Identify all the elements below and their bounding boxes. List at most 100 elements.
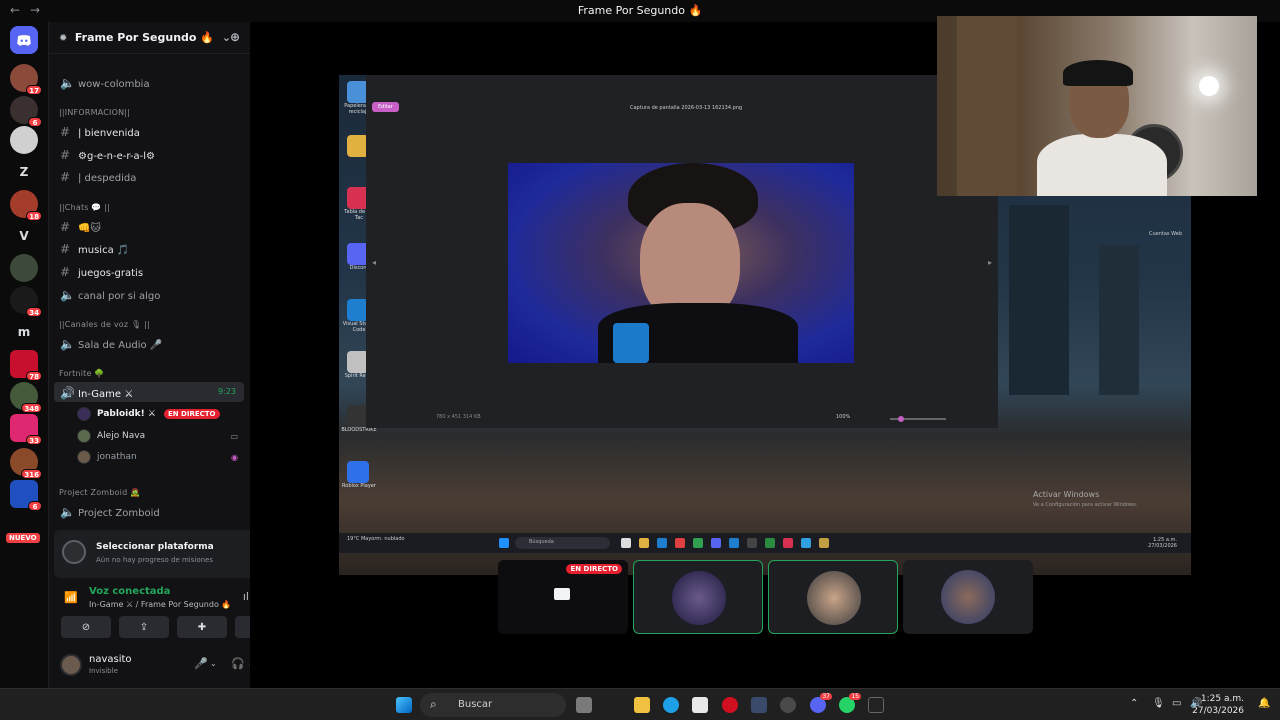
live-badge: EN DIRECTO xyxy=(566,564,622,574)
store-icon[interactable] xyxy=(692,697,708,713)
file-explorer-icon[interactable] xyxy=(634,697,650,713)
app-icon xyxy=(765,538,775,548)
chevron-up-icon[interactable]: ⌃ xyxy=(1130,698,1138,709)
channel-juegos-gratis[interactable]: # juegos-gratis xyxy=(54,261,244,281)
server-letter-z[interactable]: Z xyxy=(10,158,38,186)
task-view-icon[interactable] xyxy=(576,697,592,713)
discord-home-icon[interactable] xyxy=(10,26,38,54)
zoom-slider-knob[interactable] xyxy=(898,416,904,422)
server-icon-4[interactable]: 18 xyxy=(10,190,42,221)
server-icon-2[interactable]: 6 xyxy=(10,96,42,127)
category-project-zomboid[interactable]: Project Zomboid 🧟 xyxy=(59,488,140,497)
app-icon xyxy=(783,538,793,548)
activities-button[interactable]: ✚ xyxy=(177,616,227,638)
zoom-slider[interactable] xyxy=(890,416,946,422)
participant-avatar xyxy=(672,571,726,625)
server-icon-3[interactable] xyxy=(10,126,38,154)
wallpaper-tower xyxy=(1099,245,1139,395)
user-avatar[interactable] xyxy=(60,654,82,676)
channel-emoji[interactable]: # 👊🐱 xyxy=(54,216,244,236)
opera-icon[interactable] xyxy=(722,697,738,713)
server-icon-9[interactable]: 316 xyxy=(10,448,42,479)
server-icon-6[interactable]: 34 xyxy=(10,286,42,317)
voice-user-pabloidk[interactable]: Pabloidk! ⚔ EN DIRECTO xyxy=(77,405,220,423)
category-informacion[interactable]: ||INFORMACION|| xyxy=(59,108,130,117)
channel-in-game[interactable]: 🔊 In-Game ⚔ 9:23 xyxy=(54,382,244,402)
headphones-icon[interactable]: 🎧 xyxy=(231,657,245,670)
activate-windows-title: Activar Windows xyxy=(1033,490,1100,499)
category-chats[interactable]: ||Chats 💬 || xyxy=(59,203,110,212)
chrome-icon xyxy=(675,538,685,548)
live-badge: EN DIRECTO xyxy=(163,409,220,419)
webcam-video[interactable] xyxy=(937,16,1257,196)
windows-start-icon[interactable] xyxy=(396,697,412,713)
server-letter-v[interactable]: V xyxy=(10,222,38,250)
server-header[interactable]: ✹ Frame Por Segundo 🔥 ⌄ ⊕ xyxy=(49,22,250,54)
call-timer: 9:23 xyxy=(218,387,236,396)
speaker-icon: 🔈 xyxy=(60,288,75,302)
server-letter-m[interactable]: m xyxy=(10,318,38,346)
voice-user-alejo-nava[interactable]: Alejo Nava xyxy=(77,427,145,445)
channel-wow-colombia[interactable]: 🔈 wow-colombia xyxy=(54,72,244,92)
participant-tile-pabloidk[interactable] xyxy=(633,560,763,634)
signal-icon[interactable]: 📶 xyxy=(64,591,78,604)
hash-icon: # xyxy=(60,242,71,256)
notifications-icon[interactable]: 🔔 xyxy=(1258,698,1270,709)
discord-taskbar-icon[interactable]: 37 xyxy=(810,693,832,713)
channel-canal-por-si-algo[interactable]: 🔈 canal por si algo xyxy=(54,284,244,304)
voice-channel-path[interactable]: In-Game ⚔ / Frame Por Segundo 🔥 xyxy=(89,600,231,609)
app-icon xyxy=(621,538,631,548)
channel-sala-de-audio[interactable]: 🔈 Sala de Audio 🎤 xyxy=(54,333,244,353)
channel-general[interactable]: # ⚙g-e-n-e-r-a-l⚙ xyxy=(54,144,244,164)
avatar xyxy=(77,450,91,464)
edge-icon[interactable] xyxy=(663,697,679,713)
chevron-down-icon[interactable]: ⌄ xyxy=(210,659,217,668)
participant-tile-jonathan[interactable] xyxy=(903,560,1033,634)
screen-share-icon: ⇪ xyxy=(139,621,149,633)
quest-subtitle: Aún no hay progreso de misiones xyxy=(96,556,214,564)
participant-avatar xyxy=(941,570,995,624)
category-fortnite[interactable]: Fortnite 🌳 xyxy=(59,369,105,378)
edit-button[interactable]: Editar xyxy=(372,102,399,112)
next-icon[interactable]: ▸ xyxy=(988,258,992,267)
participant-avatar xyxy=(807,571,861,625)
steam-icon[interactable] xyxy=(751,697,767,713)
avatar xyxy=(77,429,91,443)
whatsapp-icon[interactable]: 15 xyxy=(839,693,861,713)
discord-icon xyxy=(711,538,721,548)
server-icon-spain[interactable]: 78 xyxy=(10,350,42,381)
taskbar-clock[interactable]: 1:25 a.m. 27/03/2026 xyxy=(1192,693,1244,717)
previous-icon[interactable]: ◂ xyxy=(372,258,376,267)
whatsapp-badge: 15 xyxy=(849,693,861,700)
voice-user-jonathan[interactable]: jonathan xyxy=(77,448,137,466)
channel-musica[interactable]: # musica 🎵 xyxy=(54,238,244,258)
taskbar-search[interactable]: ⌕ Buscar xyxy=(420,693,566,717)
epic-games-icon[interactable] xyxy=(868,697,884,713)
microphone-icon[interactable]: 🎤 xyxy=(194,657,208,670)
channel-bienvenida[interactable]: # | bienvenida xyxy=(54,121,244,141)
server-icon-5[interactable] xyxy=(10,254,38,282)
participant-tile-stream[interactable]: EN DIRECTO xyxy=(498,560,628,634)
participant-tile-alejo[interactable] xyxy=(768,560,898,634)
webcam-cap xyxy=(1063,60,1133,86)
share-screen-button[interactable]: ⇪ xyxy=(119,616,169,638)
category-canales-de-voz[interactable]: ||Canales de voz 🎙 || xyxy=(59,320,150,329)
username[interactable]: navasito xyxy=(89,654,132,665)
microphone-icon[interactable]: 🎙 xyxy=(1152,698,1165,709)
quest-icon xyxy=(62,540,86,564)
zoom-level[interactable]: 100% xyxy=(836,414,850,420)
network-icon[interactable]: ▭ xyxy=(1172,698,1181,709)
channel-despedida[interactable]: # | despedida xyxy=(54,166,244,186)
channel-project-zomboid[interactable]: 🔈 Project Zomboid xyxy=(54,501,244,521)
add-member-icon[interactable]: ⊕ xyxy=(230,30,240,44)
server-icon-7[interactable]: 348 xyxy=(10,382,42,413)
camera-off-button[interactable]: ⊘ xyxy=(61,616,111,638)
roblox-icon xyxy=(347,461,369,483)
clock-date: 27/03/2026 xyxy=(1192,706,1244,716)
discord-badge: 37 xyxy=(820,693,832,700)
new-badge: NUEVO xyxy=(6,533,40,543)
server-icon-8[interactable]: 33 xyxy=(10,414,42,445)
server-icon-1[interactable]: 17 xyxy=(10,64,42,95)
server-icon-10[interactable]: 6 xyxy=(10,480,42,511)
app-icon[interactable] xyxy=(780,697,796,713)
